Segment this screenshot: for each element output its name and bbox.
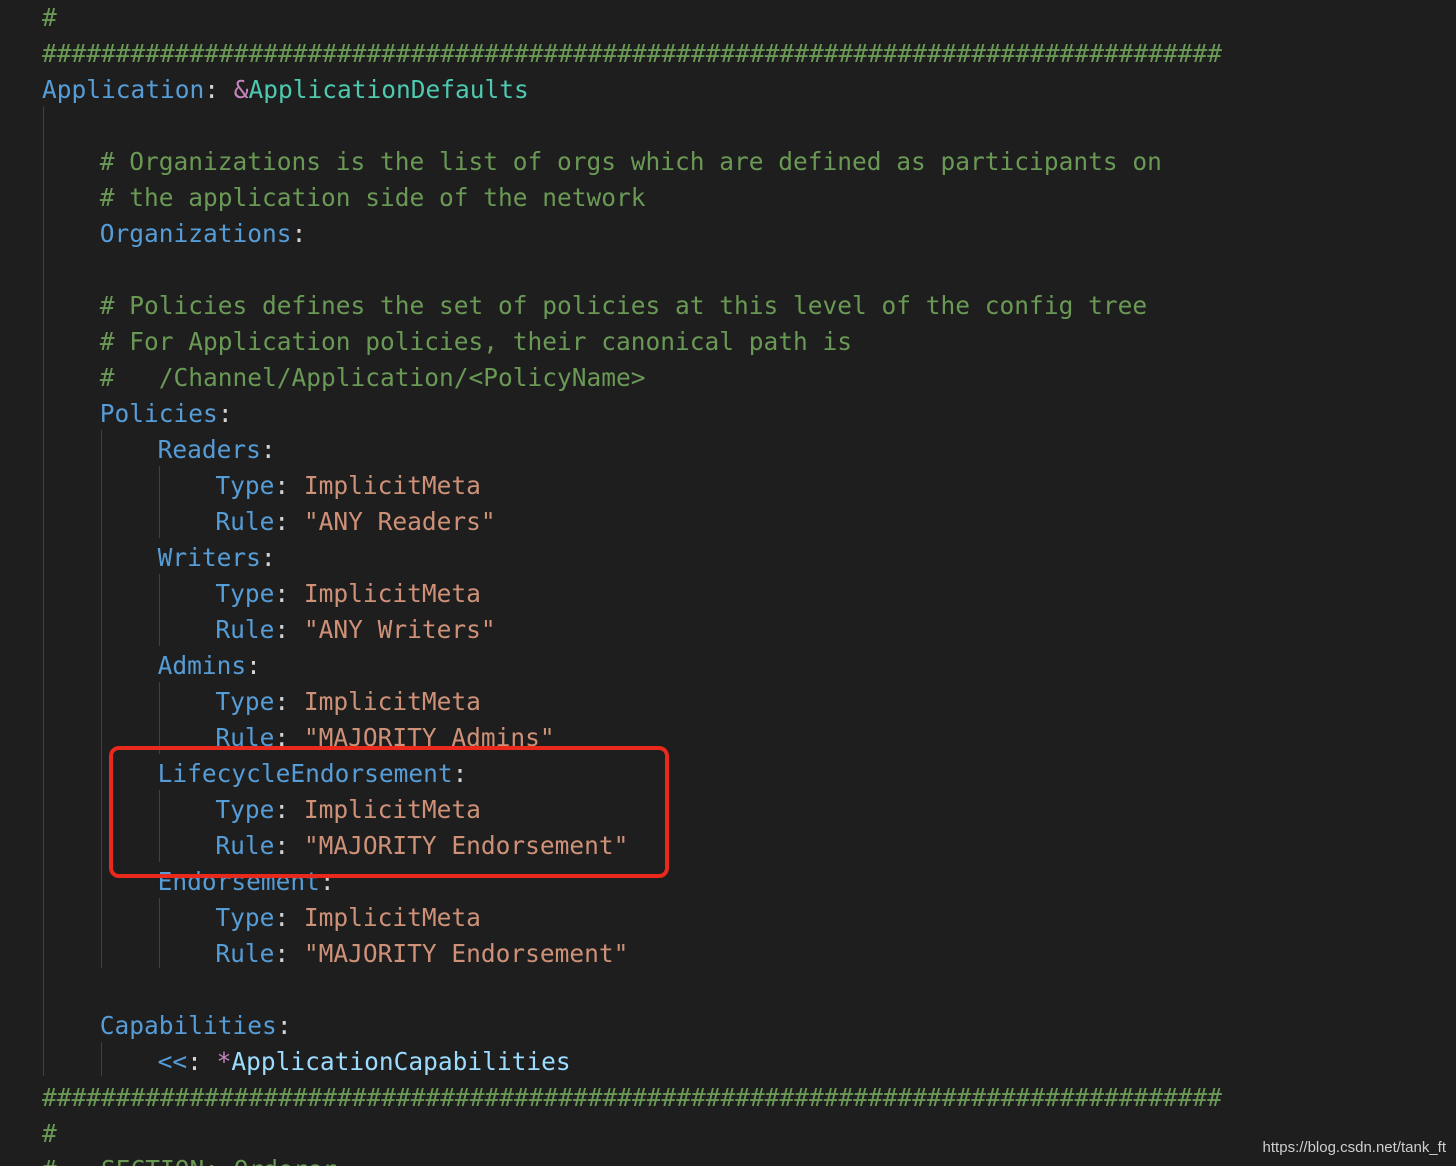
token-comment: # SECTION: Orderer: [42, 1155, 337, 1166]
token-comment: # For Application policies, their canoni…: [99, 327, 853, 356]
indent-guide: [43, 106, 44, 1076]
code-line: #: [42, 0, 57, 36]
token-key: Rule: [215, 507, 275, 536]
token-alias: ApplicationCapabilities: [231, 1047, 571, 1076]
code-line: ########################################…: [42, 36, 1222, 72]
code-line: # the application side of the network: [100, 180, 646, 216]
token-key: Type: [215, 579, 275, 608]
token-val: ImplicitMeta: [303, 471, 481, 500]
token-punc: :: [217, 399, 233, 428]
token-punc: :: [260, 435, 276, 464]
token-comment: ########################################…: [42, 1083, 1223, 1112]
code-line: Organizations:: [100, 216, 307, 252]
token-punc: :: [274, 903, 304, 932]
token-punc: :: [274, 615, 304, 644]
token-punc: :: [276, 1011, 292, 1040]
token-comment: #: [42, 1119, 57, 1148]
code-line: # Organizations is the list of orgs whic…: [100, 144, 1162, 180]
token-punc: :: [274, 507, 304, 536]
token-punc: :: [274, 579, 304, 608]
token-punc: :: [274, 939, 304, 968]
token-val: "MAJORITY Endorsement": [303, 939, 629, 968]
code-line: <<: *ApplicationCapabilities: [158, 1044, 571, 1080]
indent-guide: [101, 1042, 102, 1076]
code-line: Admins:: [158, 648, 261, 684]
token-key: Rule: [215, 939, 275, 968]
token-anchor-sym: &: [233, 75, 249, 104]
token-punc: :: [204, 75, 234, 104]
code-editor[interactable]: # #######################################…: [0, 0, 1456, 1166]
indent-guide: [101, 430, 102, 968]
highlight-annotation-box: [109, 746, 669, 878]
token-comment: # Policies defines the set of policies a…: [99, 291, 1148, 320]
token-punc: :: [274, 471, 304, 500]
code-line: #: [42, 1116, 57, 1152]
token-anchor-sym: *: [216, 1047, 232, 1076]
code-line: Type: ImplicitMeta: [215, 900, 481, 936]
token-val: ImplicitMeta: [303, 579, 481, 608]
token-punc: :: [291, 219, 307, 248]
code-line: Type: ImplicitMeta: [215, 576, 481, 612]
code-line: Type: ImplicitMeta: [215, 684, 481, 720]
token-punc: :: [187, 1047, 217, 1076]
token-key: <<: [157, 1047, 188, 1076]
token-key: Type: [215, 687, 275, 716]
watermark: https://blog.csdn.net/tank_ft: [1262, 1139, 1446, 1156]
token-comment: # /Channel/Application/<PolicyName>: [99, 363, 646, 392]
token-comment: # Organizations is the list of orgs whic…: [99, 147, 1162, 176]
token-comment: # the application side of the network: [99, 183, 646, 212]
token-key: Type: [215, 903, 275, 932]
code-line: # Policies defines the set of policies a…: [100, 288, 1147, 324]
code-line: Rule: "MAJORITY Endorsement": [215, 936, 628, 972]
indent-guide: [159, 898, 160, 968]
indent-guide: [159, 574, 160, 646]
token-punc: :: [246, 651, 261, 680]
code-line: ########################################…: [42, 1080, 1222, 1116]
token-key: Readers: [157, 435, 261, 464]
token-key: Writers: [157, 543, 261, 572]
token-val: ImplicitMeta: [303, 903, 481, 932]
code-line: Writers:: [158, 540, 276, 576]
token-key: Application: [42, 75, 205, 104]
token-key: Rule: [215, 615, 275, 644]
code-line: Capabilities:: [100, 1008, 292, 1044]
indent-guide: [159, 682, 160, 754]
indent-guide: [159, 466, 160, 538]
code-line: Policies:: [100, 396, 233, 432]
token-punc: :: [274, 687, 304, 716]
code-line: Type: ImplicitMeta: [215, 468, 481, 504]
code-line: Application: &ApplicationDefaults: [42, 72, 529, 108]
code-line: Rule: "ANY Writers": [215, 612, 495, 648]
code-line: Readers:: [158, 432, 276, 468]
code-line: Rule: "ANY Readers": [215, 504, 495, 540]
code-line: # /Channel/Application/<PolicyName>: [100, 360, 646, 396]
token-val: "ANY Readers": [303, 507, 496, 536]
code-line: # For Application policies, their canoni…: [100, 324, 852, 360]
token-key: Capabilities: [99, 1011, 277, 1040]
token-key: Admins: [157, 651, 247, 680]
token-key: Policies: [99, 399, 218, 428]
token-anchor: ApplicationDefaults: [248, 75, 529, 104]
token-punc: :: [260, 543, 276, 572]
token-comment: ########################################…: [42, 39, 1223, 68]
token-key: Organizations: [99, 219, 292, 248]
token-comment: #: [42, 3, 57, 32]
token-key: Type: [215, 471, 275, 500]
code-line: # SECTION: Orderer: [42, 1152, 337, 1166]
token-val: "ANY Writers": [303, 615, 496, 644]
token-val: ImplicitMeta: [303, 687, 481, 716]
